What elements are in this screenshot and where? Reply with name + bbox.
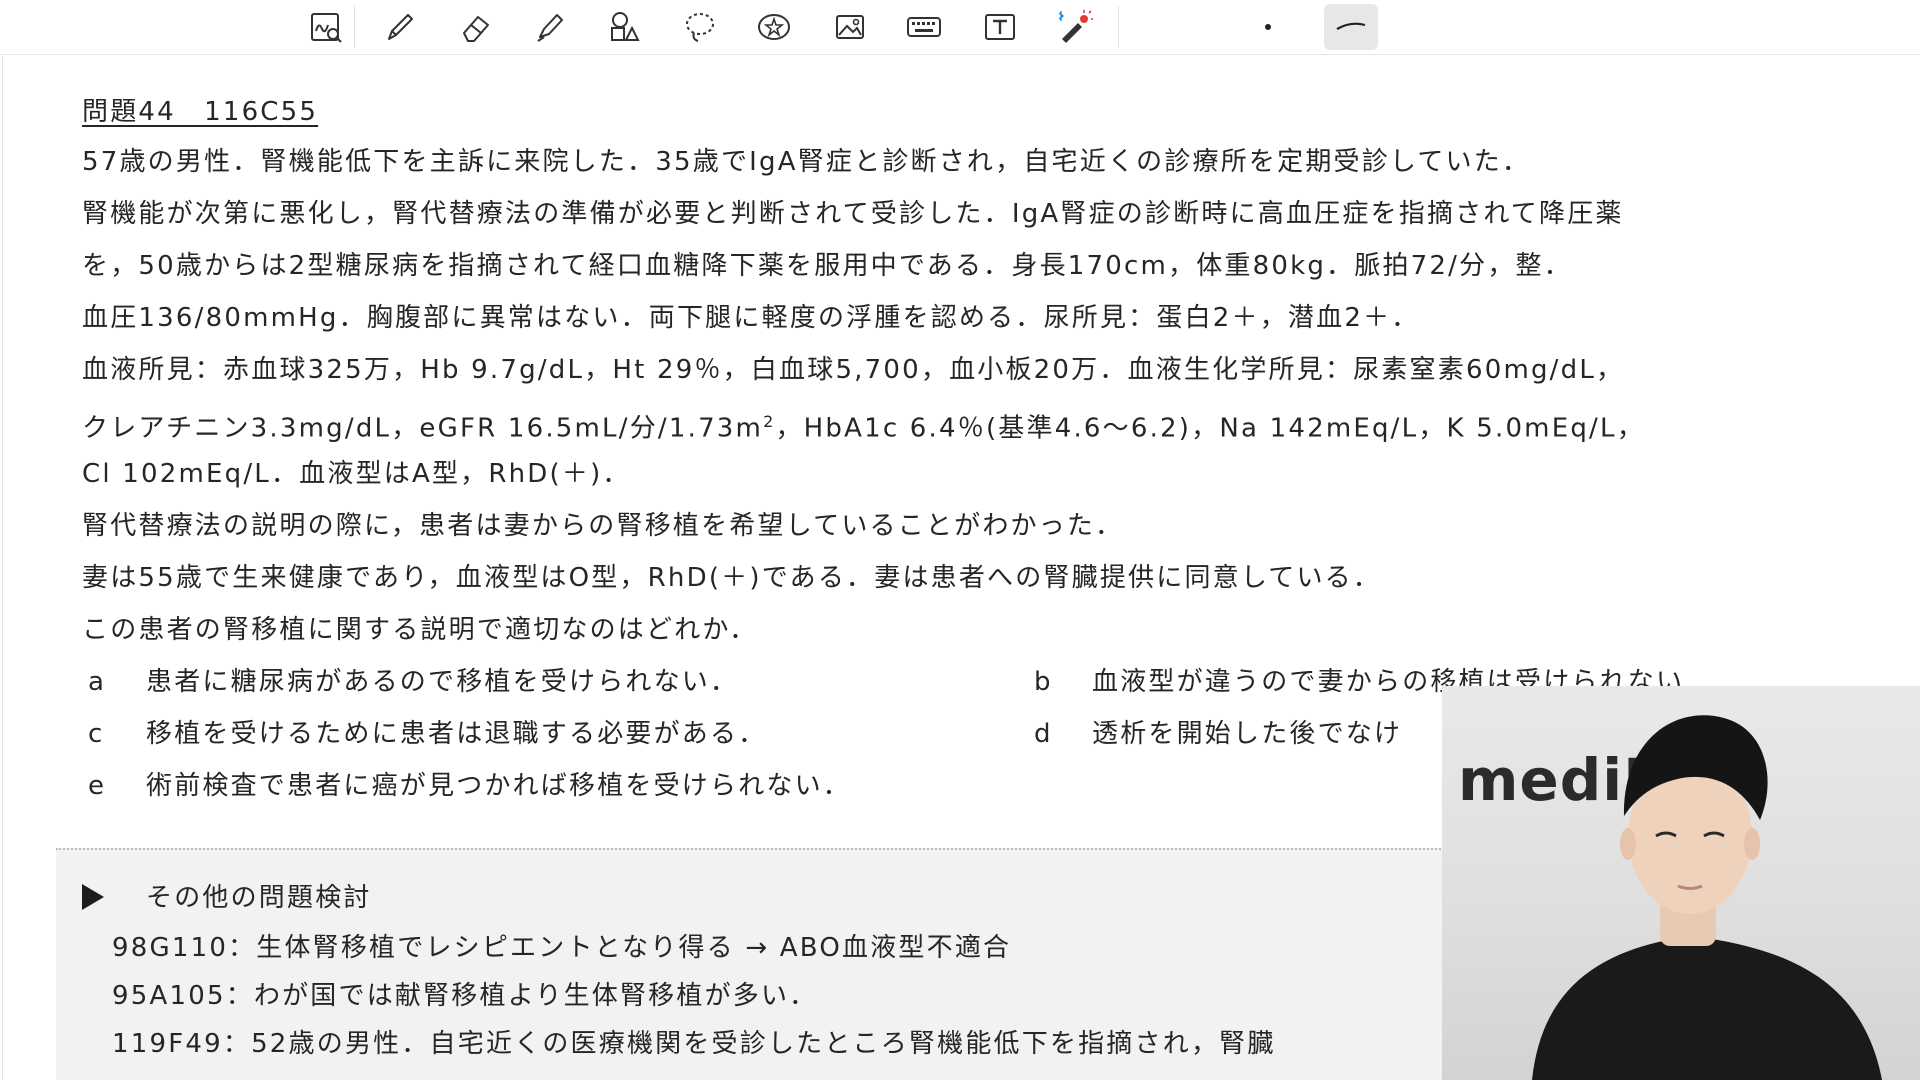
question-line-1: 57歳の男性．腎機能低下を主訴に来院した．35歳でIgA腎症と診断され，自宅近く…	[82, 147, 1531, 177]
other-problems-heading: その他の問題検討	[146, 883, 372, 913]
option-a-text: 患者に糖尿病があるので移植を受けられない．	[146, 667, 739, 697]
option-c-text: 移植を受けるために患者は退職する必要がある．	[146, 719, 767, 749]
keyboard-icon[interactable]	[900, 4, 948, 50]
lab-values-text-continued: ，HbA1c 6.4％(基準4.6〜6.2)，Na 142mEq/L，K 5.0…	[775, 413, 1645, 444]
toolbar-divider	[354, 6, 355, 48]
toolbar-divider	[1118, 6, 1119, 48]
option-e-text: 術前検査で患者に癌が見つかれば移植を受けられない．	[146, 771, 852, 801]
text-box-icon[interactable]	[976, 4, 1024, 50]
related-problem-3: 119F49：52歳の男性．自宅近くの医療機関を受診したところ腎機能低下を指摘さ…	[112, 1029, 1276, 1059]
presenter-silhouette	[1532, 715, 1882, 1080]
question-line-10: この患者の腎移植に関する説明で適切なのはどれか．	[82, 615, 758, 645]
eraser-icon[interactable]	[452, 4, 500, 50]
question-line-5: 血液所見：赤血球325万，Hb 9.7g/dL，Ht 29％，白血球5,700，…	[82, 355, 1625, 385]
lasso-icon[interactable]	[676, 4, 724, 50]
question-line-3: を，50歳からは2型糖尿病を指摘されて経口血糖降下薬を服用中である．身長170c…	[82, 251, 1572, 281]
option-a-letter: a	[88, 667, 104, 697]
question-line-8: 腎代替療法の説明の際に，患者は妻からの腎移植を希望していることがわかった．	[82, 511, 1124, 541]
question-line-6: クレアチニン3.3mg/dL，eGFR 16.5mL/分/1.73m2，HbA1…	[82, 404, 1645, 447]
pen-curve-style-icon[interactable]	[1324, 4, 1378, 50]
presenter-camera-overlay: mediLi	[1442, 686, 1920, 1080]
sticker-icon[interactable]	[750, 4, 798, 50]
option-d-letter: d	[1034, 719, 1051, 749]
related-problem-2: 95A105：わが国では献腎移植より生体腎移植が多い．	[112, 981, 818, 1011]
question-line-2: 腎機能が次第に悪化し，腎代替療法の準備が必要と判断されて受診した．IgA腎症の診…	[82, 199, 1624, 229]
pen-icon[interactable]	[376, 4, 424, 50]
option-c-letter: c	[88, 719, 103, 749]
option-e-letter: e	[88, 771, 104, 801]
question-line-9: 妻は55歳で生来健康であり，血液型はO型，RhD(＋)である．妻は患者への腎臓提…	[82, 563, 1382, 593]
page-margin-line	[2, 56, 3, 1080]
laser-pointer-icon[interactable]	[1050, 4, 1098, 50]
toolbar	[0, 0, 1920, 55]
option-b-letter: b	[1034, 667, 1051, 697]
pen-thickness-dot-icon[interactable]	[1244, 4, 1292, 50]
image-icon[interactable]	[826, 4, 874, 50]
question-line-4: 血圧136/80mmHg．胸腹部に異常はない．両下腿に軽度の浮腫を認める．尿所見…	[82, 303, 1420, 333]
highlighter-icon[interactable]	[526, 4, 574, 50]
question-line-7: Cl 102mEq/L．血液型はA型，RhD(＋)．	[82, 459, 631, 489]
question-title: 問題44 116C55	[82, 97, 319, 127]
related-problem-1: 98G110：生体腎移植でレシピエントとなり得る → ABO血液型不適合	[112, 933, 1012, 963]
shapes-icon[interactable]	[600, 4, 648, 50]
handwriting-search-icon[interactable]	[302, 4, 350, 50]
lab-values-text: クレアチニン3.3mg/dL，eGFR 16.5mL/分/1.73m	[82, 413, 764, 444]
option-d-text: 透析を開始した後でなけ	[1092, 719, 1403, 749]
lab-values-superscript: 2	[763, 412, 776, 431]
expand-toggle-icon[interactable]	[82, 884, 104, 910]
